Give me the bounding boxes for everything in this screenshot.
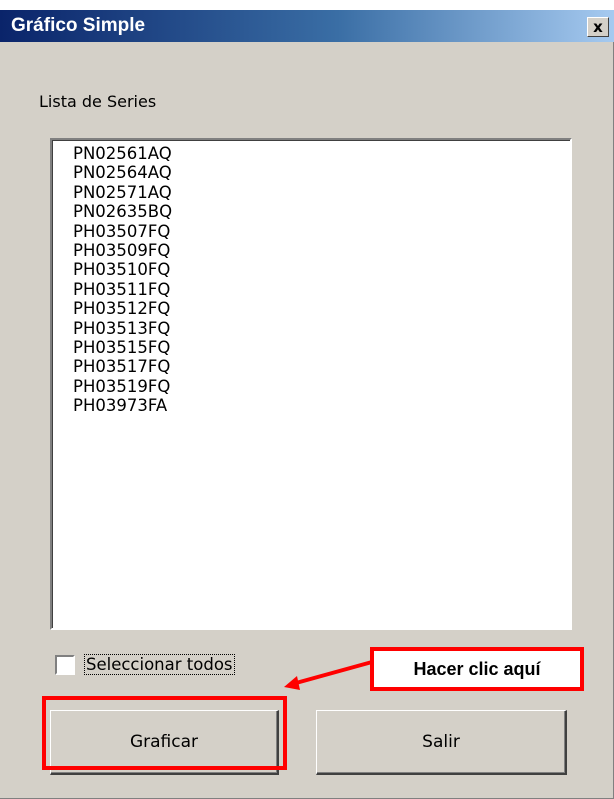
series-list-item[interactable]: PN02571AQ (73, 183, 172, 202)
title-bar[interactable]: Gráfico Simple x (0, 10, 614, 42)
series-list-item[interactable]: PN02635BQ (73, 202, 172, 221)
series-list-item[interactable]: PH03511FQ (73, 280, 172, 299)
select-all-label[interactable]: Seleccionar todos (84, 654, 235, 675)
series-list-label: Lista de Series (39, 92, 157, 111)
series-list-item[interactable]: PH03517FQ (73, 357, 172, 376)
close-button[interactable]: x (587, 17, 609, 37)
graficar-button-label: Graficar (129, 732, 199, 752)
select-all-checkbox[interactable] (55, 655, 75, 675)
series-list-item[interactable]: PH03510FQ (73, 260, 172, 279)
series-list-item[interactable]: PH03509FQ (73, 241, 172, 260)
series-list-item[interactable]: PN02561AQ (73, 144, 172, 163)
annotation-callout: Hacer clic aquí (370, 647, 584, 691)
series-list-item[interactable]: PH03519FQ (73, 377, 172, 396)
annotation-callout-text: Hacer clic aquí (413, 658, 541, 679)
series-listbox[interactable]: PN02561AQ PN02564AQ PN02571AQ PN02635BQ PH03… (50, 138, 572, 630)
graficar-button[interactable]: Graficar (50, 710, 279, 775)
series-list-item[interactable]: PH03513FQ (73, 319, 172, 338)
salir-button-label: Salir (422, 732, 460, 752)
window-title: Gráfico Simple (11, 15, 146, 36)
series-list-item[interactable]: PH03515FQ (73, 338, 172, 357)
salir-button[interactable]: Salir (316, 710, 567, 775)
series-list-item[interactable]: PH03507FQ (73, 222, 172, 241)
series-list-item[interactable]: PH03973FA (73, 396, 172, 415)
series-list-item[interactable]: PH03512FQ (73, 299, 172, 318)
series-list-items: PN02561AQ PN02564AQ PN02571AQ PN02635BQ PH03… (73, 144, 172, 416)
close-icon: x (593, 17, 603, 36)
series-list-item[interactable]: PN02564AQ (73, 163, 172, 182)
